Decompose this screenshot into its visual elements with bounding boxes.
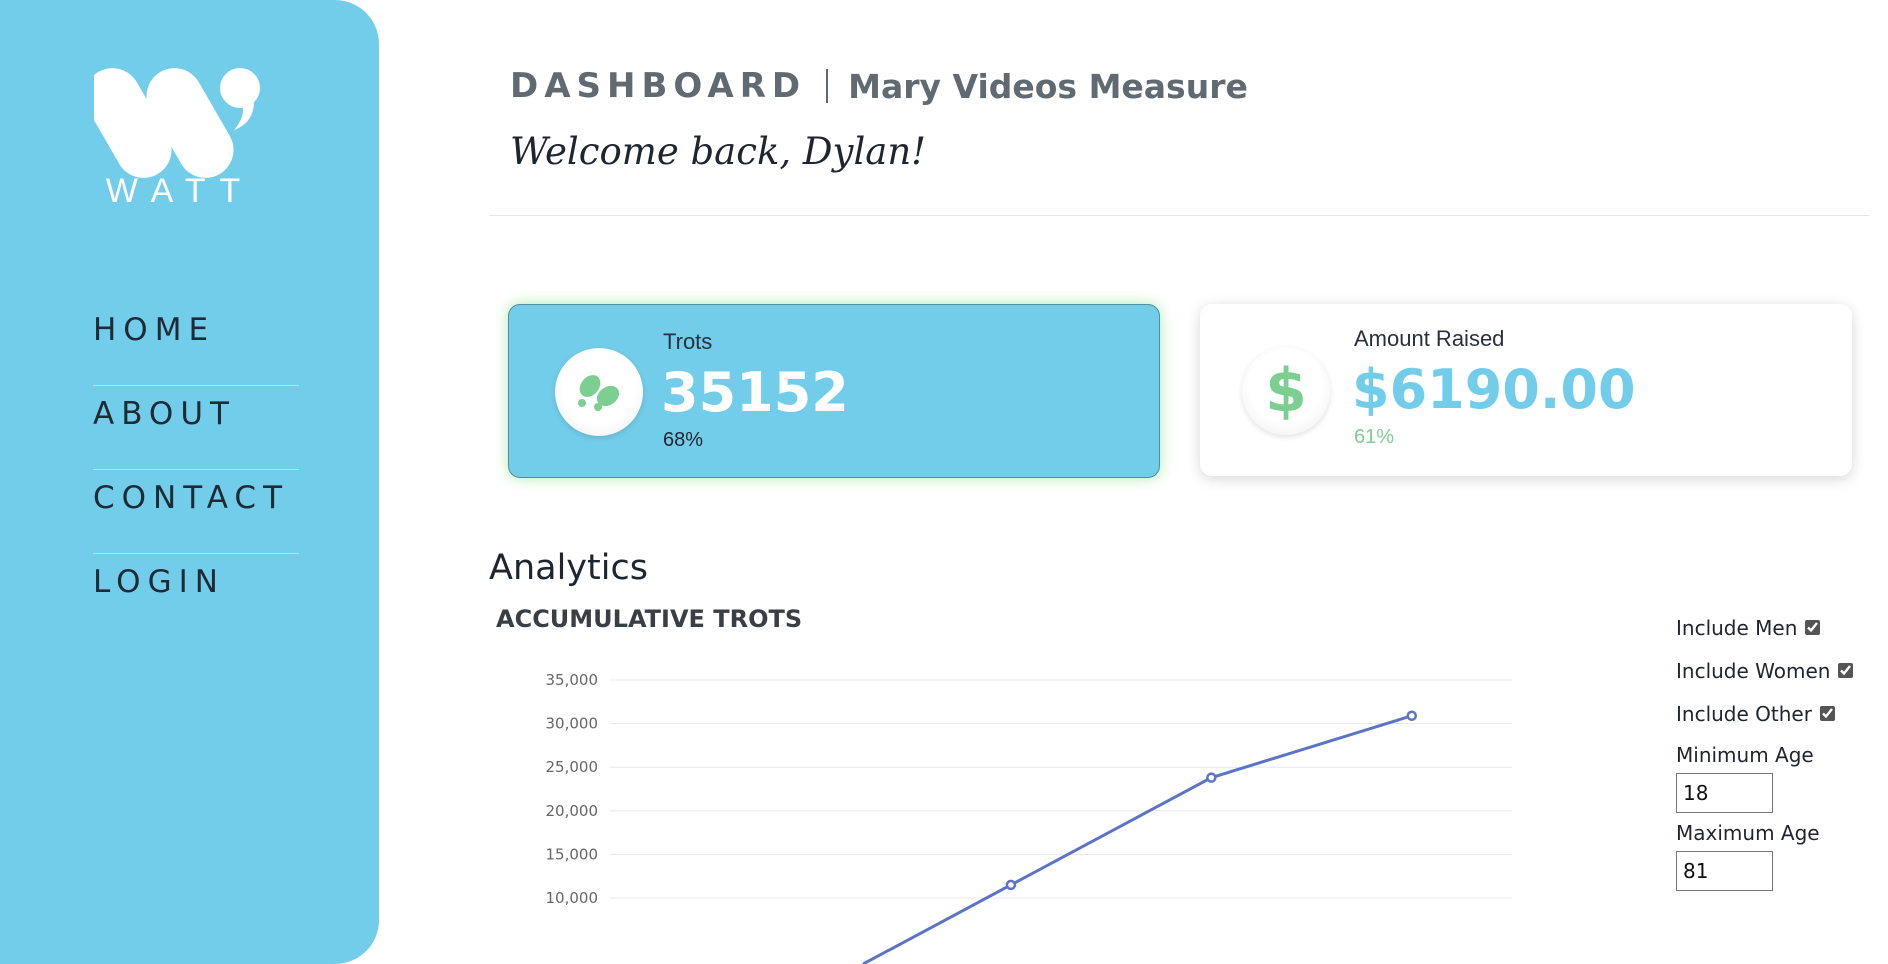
include-women-checkbox[interactable] xyxy=(1838,663,1854,678)
header-title-row: DASHBOARD Mary Videos Measure xyxy=(510,66,1248,106)
trots-label: Trots xyxy=(663,329,713,354)
amount-value: $6190.00 xyxy=(1352,358,1636,421)
y-tick-label: 25,000 xyxy=(546,758,599,776)
data-point[interactable] xyxy=(1406,710,1418,722)
dollar-icon: $ xyxy=(1242,347,1330,435)
max-age-label: Maximum Age xyxy=(1676,821,1820,845)
include-men-label: Include Men xyxy=(1676,615,1798,640)
trots-value: 35152 xyxy=(661,361,849,424)
min-age-input[interactable] xyxy=(1676,773,1773,813)
title-separator xyxy=(826,69,829,103)
trots-card: Trots 35152 68% xyxy=(508,304,1160,478)
page-title: DASHBOARD xyxy=(510,66,807,106)
main-nav: HOME ABOUT CONTACT LOGIN xyxy=(93,302,299,638)
dollar-glyph: $ xyxy=(1265,356,1307,426)
y-tick-label: 30,000 xyxy=(546,715,599,733)
y-tick-label: 10,000 xyxy=(546,889,599,907)
include-other-filter[interactable]: Include Other xyxy=(1676,692,1876,735)
trots-percent: 68% xyxy=(663,429,704,451)
nav-item-contact[interactable]: CONTACT xyxy=(93,470,299,554)
max-age-input[interactable] xyxy=(1676,851,1773,891)
y-tick-label: 15,000 xyxy=(546,845,599,863)
include-women-label: Include Women xyxy=(1676,658,1831,683)
nav-item-home[interactable]: HOME xyxy=(93,302,299,386)
y-tick-label: 20,000 xyxy=(546,802,599,820)
include-men-checkbox[interactable] xyxy=(1805,620,1821,635)
footprints-icon xyxy=(555,348,643,436)
analytics-heading: Analytics xyxy=(489,548,648,588)
chart-title: ACCUMULATIVE TROTS xyxy=(496,605,803,633)
accumulative-trots-chart: 35,000 30,000 25,000 20,000 15,000 10,000 xyxy=(546,671,1512,964)
include-other-checkbox[interactable] xyxy=(1819,706,1835,721)
sidebar: WATT HOME ABOUT CONTACT LOGIN xyxy=(0,0,379,964)
welcome-message: Welcome back, Dylan! xyxy=(510,130,927,173)
min-age-label: Minimum Age xyxy=(1676,743,1814,767)
page-header: DASHBOARD Mary Videos Measure Welcome ba… xyxy=(510,66,1248,173)
y-tick-label: 35,000 xyxy=(546,671,599,689)
amount-raised-card: $ Amount Raised $6190.00 61% xyxy=(1200,304,1852,476)
amount-label: Amount Raised xyxy=(1354,326,1505,351)
header-divider xyxy=(489,215,1869,216)
include-women-filter[interactable]: Include Women xyxy=(1676,649,1876,692)
include-men-filter[interactable]: Include Men xyxy=(1676,606,1876,649)
include-other-label: Include Other xyxy=(1676,701,1812,726)
nav-item-about[interactable]: ABOUT xyxy=(93,386,299,470)
data-point[interactable] xyxy=(1005,879,1017,891)
filters-panel: Include Men Include Women Include Other … xyxy=(1676,606,1876,891)
series-line xyxy=(862,714,1413,964)
program-name: Mary Videos Measure xyxy=(848,66,1248,106)
data-point[interactable] xyxy=(1206,772,1217,783)
amount-percent: 61% xyxy=(1354,426,1395,448)
nav-item-login[interactable]: LOGIN xyxy=(93,554,299,638)
logo-wordmark: WATT xyxy=(105,172,255,210)
